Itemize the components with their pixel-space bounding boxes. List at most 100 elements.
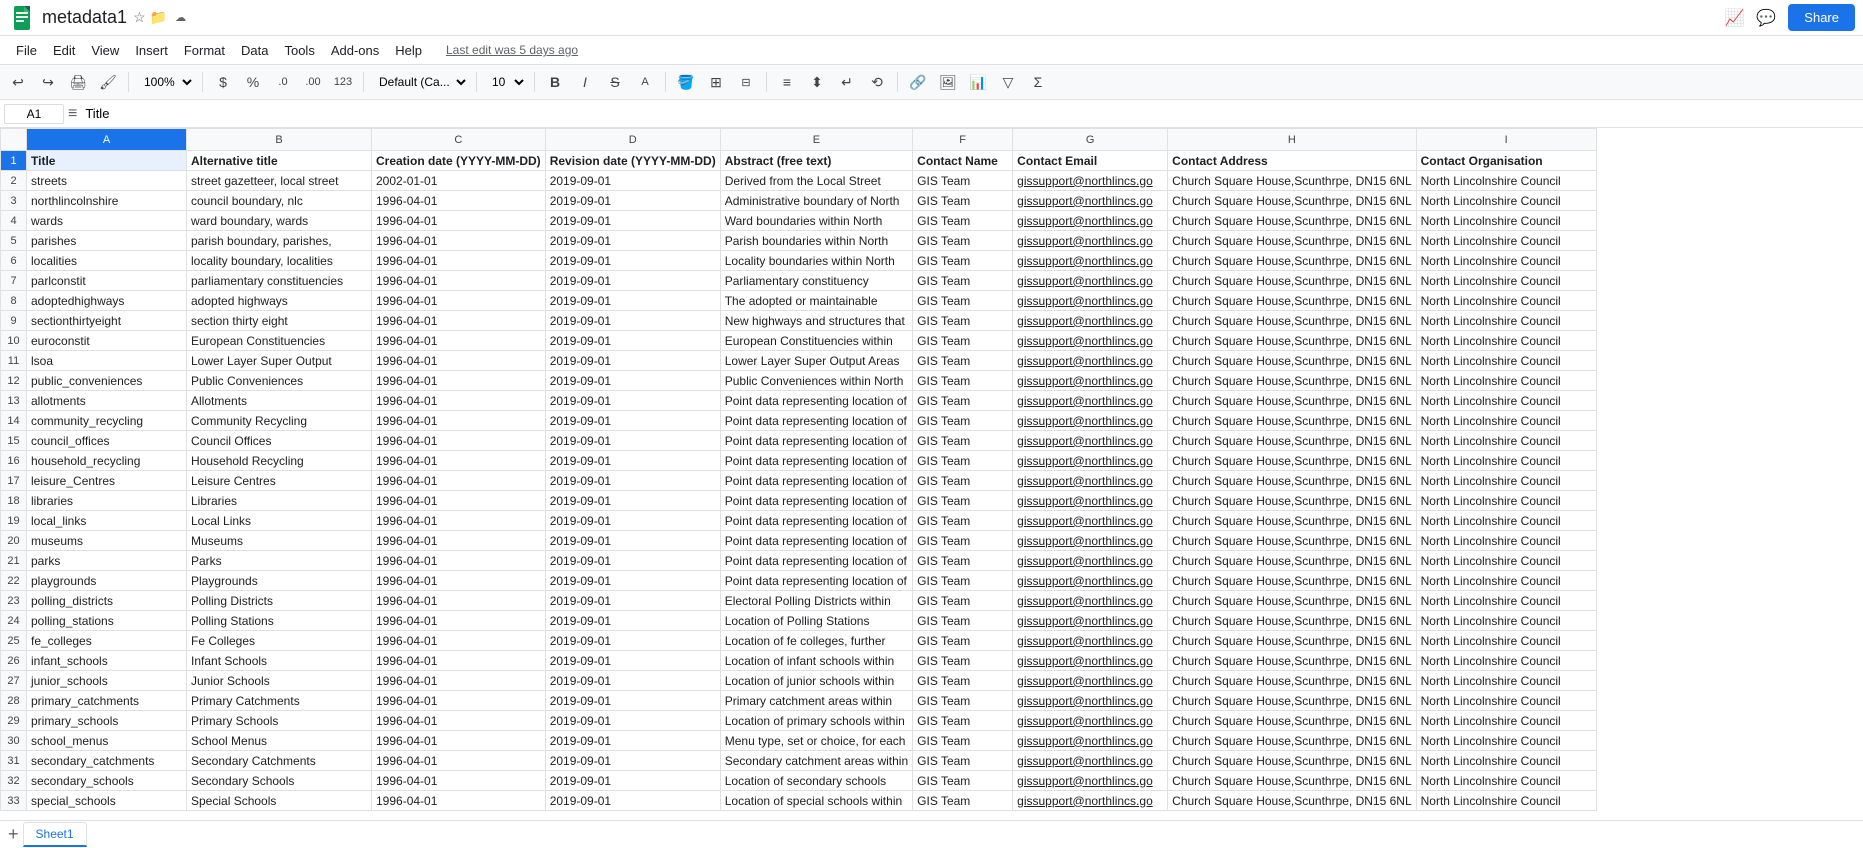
data-cell[interactable]: Church Square House,Scunthrpe, DN15 6NL bbox=[1168, 351, 1416, 371]
data-cell[interactable]: Museums bbox=[187, 531, 372, 551]
data-cell[interactable]: gissupport@northlincs.go bbox=[1013, 371, 1168, 391]
data-cell[interactable]: 2019-09-01 bbox=[545, 471, 720, 491]
data-cell[interactable]: GIS Team bbox=[913, 511, 1013, 531]
col-header-b[interactable]: B bbox=[187, 129, 372, 151]
strikethrough-button[interactable]: S bbox=[601, 68, 629, 96]
data-cell[interactable]: Secondary catchment areas within bbox=[720, 751, 912, 771]
data-cell[interactable]: North Lincolnshire Council bbox=[1416, 591, 1596, 611]
data-cell[interactable]: Location of fe colleges, further bbox=[720, 631, 912, 651]
data-cell[interactable]: primary_catchments bbox=[27, 691, 187, 711]
data-cell[interactable]: gissupport@northlincs.go bbox=[1013, 511, 1168, 531]
data-cell[interactable]: gissupport@northlincs.go bbox=[1013, 431, 1168, 451]
data-cell[interactable]: Location of special schools within bbox=[720, 791, 912, 811]
data-cell[interactable]: 2019-09-01 bbox=[545, 411, 720, 431]
redo-button[interactable]: ↪ bbox=[34, 68, 62, 96]
data-cell[interactable]: 2019-09-01 bbox=[545, 291, 720, 311]
data-cell[interactable]: Point data representing location of bbox=[720, 451, 912, 471]
data-cell[interactable]: 1996-04-01 bbox=[372, 771, 546, 791]
menu-file[interactable]: File bbox=[8, 41, 45, 60]
data-cell[interactable]: North Lincolnshire Council bbox=[1416, 611, 1596, 631]
header-cell-H[interactable]: Contact Address bbox=[1168, 151, 1416, 171]
data-cell[interactable]: Location of infant schools within bbox=[720, 651, 912, 671]
data-cell[interactable]: 2019-09-01 bbox=[545, 611, 720, 631]
data-cell[interactable]: 1996-04-01 bbox=[372, 791, 546, 811]
data-cell[interactable]: 2019-09-01 bbox=[545, 531, 720, 551]
data-cell[interactable]: New highways and structures that bbox=[720, 311, 912, 331]
menu-edit[interactable]: Edit bbox=[45, 41, 83, 60]
data-cell[interactable]: gissupport@northlincs.go bbox=[1013, 731, 1168, 751]
data-cell[interactable]: 1996-04-01 bbox=[372, 651, 546, 671]
data-cell[interactable]: gissupport@northlincs.go bbox=[1013, 771, 1168, 791]
data-cell[interactable]: gissupport@northlincs.go bbox=[1013, 711, 1168, 731]
menu-tools[interactable]: Tools bbox=[276, 41, 322, 60]
data-cell[interactable]: 1996-04-01 bbox=[372, 491, 546, 511]
data-cell[interactable]: North Lincolnshire Council bbox=[1416, 451, 1596, 471]
data-cell[interactable]: School Menus bbox=[187, 731, 372, 751]
data-cell[interactable]: Leisure Centres bbox=[187, 471, 372, 491]
add-sheet-button[interactable]: + bbox=[8, 824, 19, 845]
data-cell[interactable]: household_recycling bbox=[27, 451, 187, 471]
data-cell[interactable]: GIS Team bbox=[913, 211, 1013, 231]
data-cell[interactable]: gissupport@northlincs.go bbox=[1013, 591, 1168, 611]
data-cell[interactable]: 2019-09-01 bbox=[545, 271, 720, 291]
data-cell[interactable]: Church Square House,Scunthrpe, DN15 6NL bbox=[1168, 171, 1416, 191]
data-cell[interactable]: North Lincolnshire Council bbox=[1416, 731, 1596, 751]
data-cell[interactable]: 1996-04-01 bbox=[372, 751, 546, 771]
data-cell[interactable]: 1996-04-01 bbox=[372, 691, 546, 711]
data-cell[interactable]: gissupport@northlincs.go bbox=[1013, 631, 1168, 651]
col-header-a[interactable]: A bbox=[27, 129, 187, 151]
data-cell[interactable]: gissupport@northlincs.go bbox=[1013, 671, 1168, 691]
data-cell[interactable]: 1996-04-01 bbox=[372, 191, 546, 211]
data-cell[interactable]: North Lincolnshire Council bbox=[1416, 671, 1596, 691]
data-cell[interactable]: Church Square House,Scunthrpe, DN15 6NL bbox=[1168, 411, 1416, 431]
bold-button[interactable]: B bbox=[541, 68, 569, 96]
data-cell[interactable]: gissupport@northlincs.go bbox=[1013, 211, 1168, 231]
data-cell[interactable]: North Lincolnshire Council bbox=[1416, 291, 1596, 311]
header-cell-F[interactable]: Contact Name bbox=[913, 151, 1013, 171]
data-cell[interactable]: gissupport@northlincs.go bbox=[1013, 471, 1168, 491]
data-cell[interactable]: infant_schools bbox=[27, 651, 187, 671]
data-cell[interactable]: Location of junior schools within bbox=[720, 671, 912, 691]
data-cell[interactable]: North Lincolnshire Council bbox=[1416, 791, 1596, 811]
col-header-d[interactable]: D bbox=[545, 129, 720, 151]
data-cell[interactable]: Church Square House,Scunthrpe, DN15 6NL bbox=[1168, 631, 1416, 651]
data-cell[interactable]: European Constituencies bbox=[187, 331, 372, 351]
data-cell[interactable]: Point data representing location of bbox=[720, 511, 912, 531]
data-cell[interactable]: GIS Team bbox=[913, 471, 1013, 491]
data-cell[interactable]: Local Links bbox=[187, 511, 372, 531]
data-cell[interactable]: Church Square House,Scunthrpe, DN15 6NL bbox=[1168, 751, 1416, 771]
data-cell[interactable]: Church Square House,Scunthrpe, DN15 6NL bbox=[1168, 531, 1416, 551]
text-color-button[interactable]: A bbox=[631, 68, 659, 96]
data-cell[interactable]: GIS Team bbox=[913, 711, 1013, 731]
data-cell[interactable]: 2019-09-01 bbox=[545, 751, 720, 771]
header-cell-E[interactable]: Abstract (free text) bbox=[720, 151, 912, 171]
data-cell[interactable]: Point data representing location of bbox=[720, 391, 912, 411]
data-cell[interactable]: North Lincolnshire Council bbox=[1416, 491, 1596, 511]
data-cell[interactable]: 2019-09-01 bbox=[545, 571, 720, 591]
data-cell[interactable]: gissupport@northlincs.go bbox=[1013, 271, 1168, 291]
format-123-button[interactable]: 123 bbox=[329, 68, 357, 96]
data-cell[interactable]: 1996-04-01 bbox=[372, 331, 546, 351]
data-cell[interactable]: Church Square House,Scunthrpe, DN15 6NL bbox=[1168, 711, 1416, 731]
data-cell[interactable]: GIS Team bbox=[913, 491, 1013, 511]
data-cell[interactable]: North Lincolnshire Council bbox=[1416, 411, 1596, 431]
data-cell[interactable]: local_links bbox=[27, 511, 187, 531]
data-cell[interactable]: 1996-04-01 bbox=[372, 611, 546, 631]
data-cell[interactable]: Church Square House,Scunthrpe, DN15 6NL bbox=[1168, 651, 1416, 671]
data-cell[interactable]: Polling Stations bbox=[187, 611, 372, 631]
data-cell[interactable]: Church Square House,Scunthrpe, DN15 6NL bbox=[1168, 471, 1416, 491]
data-cell[interactable]: North Lincolnshire Council bbox=[1416, 191, 1596, 211]
data-cell[interactable]: gissupport@northlincs.go bbox=[1013, 331, 1168, 351]
data-cell[interactable]: 1996-04-01 bbox=[372, 211, 546, 231]
data-cell[interactable]: Church Square House,Scunthrpe, DN15 6NL bbox=[1168, 771, 1416, 791]
data-cell[interactable]: gissupport@northlincs.go bbox=[1013, 351, 1168, 371]
data-cell[interactable]: 1996-04-01 bbox=[372, 551, 546, 571]
data-cell[interactable]: parks bbox=[27, 551, 187, 571]
header-cell-D[interactable]: Revision date (YYYY-MM-DD) bbox=[545, 151, 720, 171]
data-cell[interactable]: 1996-04-01 bbox=[372, 731, 546, 751]
data-cell[interactable]: adoptedhighways bbox=[27, 291, 187, 311]
header-cell-C[interactable]: Creation date (YYYY-MM-DD) bbox=[372, 151, 546, 171]
data-cell[interactable]: Infant Schools bbox=[187, 651, 372, 671]
data-cell[interactable]: Locality boundaries within North bbox=[720, 251, 912, 271]
data-cell[interactable]: Libraries bbox=[187, 491, 372, 511]
